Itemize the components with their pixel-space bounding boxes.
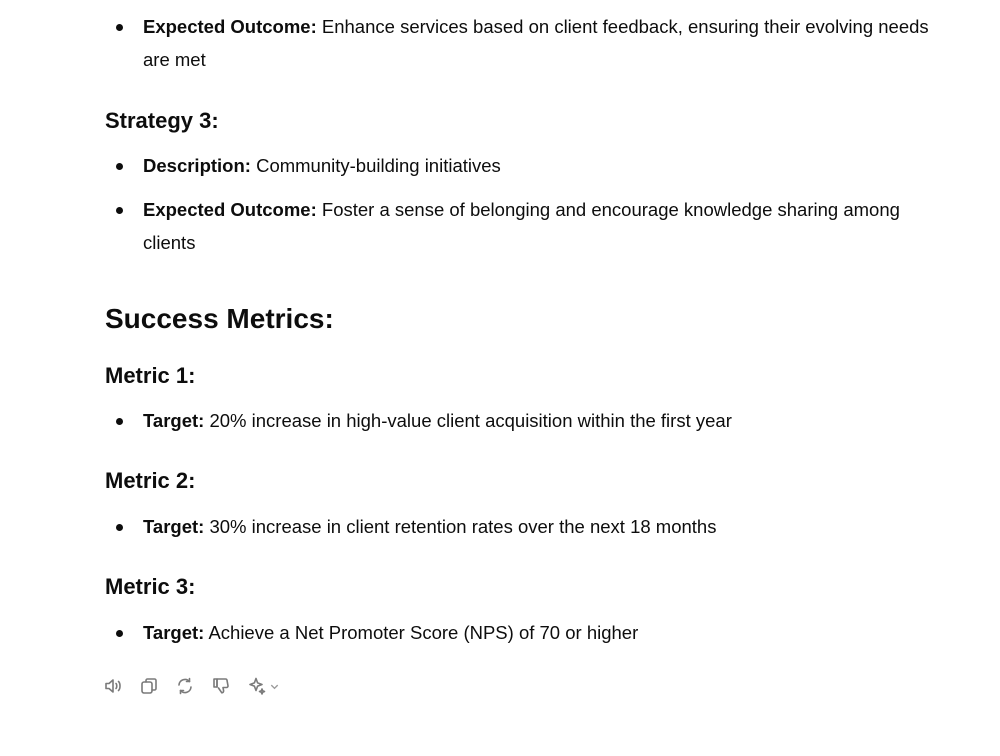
item-label: Expected Outcome: [143,199,317,220]
item-text: 20% increase in high-value client acquis… [204,410,732,431]
strategy-3-heading: Strategy 3: [105,108,219,133]
copy-icon [141,678,157,694]
change-model-button[interactable] [246,675,280,697]
item-text: Achieve a Net Promoter Score (NPS) of 70… [204,622,639,643]
strategy-2-list: Expected Outcome: Enhance services based… [105,10,955,76]
list-item: Description: Community-building initiati… [105,149,955,182]
metric-1-list: Target: 20% increase in high-value clien… [105,404,955,437]
thumbs-down-button[interactable] [210,675,232,697]
regenerate-button[interactable] [174,675,196,697]
item-label: Target: [143,410,205,431]
read-aloud-button[interactable] [102,675,124,697]
list-item: Target: 30% increase in client retention… [105,510,955,543]
list-item: Target: 20% increase in high-value clien… [105,404,955,437]
sparkle-icon [249,677,266,695]
list-item: Expected Outcome: Enhance services based… [105,10,955,76]
success-metrics-heading: Success Metrics: [105,303,334,334]
item-label: Target: [143,516,205,537]
metric-1-heading: Metric 1: [105,363,196,388]
list-item: Expected Outcome: Foster a sense of belo… [105,193,955,259]
thumbs-down-icon [213,678,229,694]
strategy-3-list: Description: Community-building initiati… [105,149,955,259]
list-item: Target: Achieve a Net Promoter Score (NP… [105,616,955,649]
sparkle-button [246,675,268,697]
message-action-toolbar [102,675,280,697]
item-label: Description: [143,155,251,176]
read-aloud-icon [105,679,121,693]
metric-2-heading: Metric 2: [105,468,196,493]
metric-3-heading: Metric 3: [105,574,196,599]
item-label: Target: [143,622,205,643]
item-text: Community-building initiatives [250,155,501,176]
item-text: 30% increase in client retention rates o… [204,516,717,537]
chevron-down-icon [270,684,279,689]
chat-message-page: Expected Outcome: Enhance services based… [0,0,1000,756]
metric-2-list: Target: 30% increase in client retention… [105,510,955,543]
metric-3-list: Target: Achieve a Net Promoter Score (NP… [105,616,955,649]
regenerate-icon [178,677,192,695]
item-label: Expected Outcome: [143,16,317,37]
copy-button[interactable] [138,675,160,697]
